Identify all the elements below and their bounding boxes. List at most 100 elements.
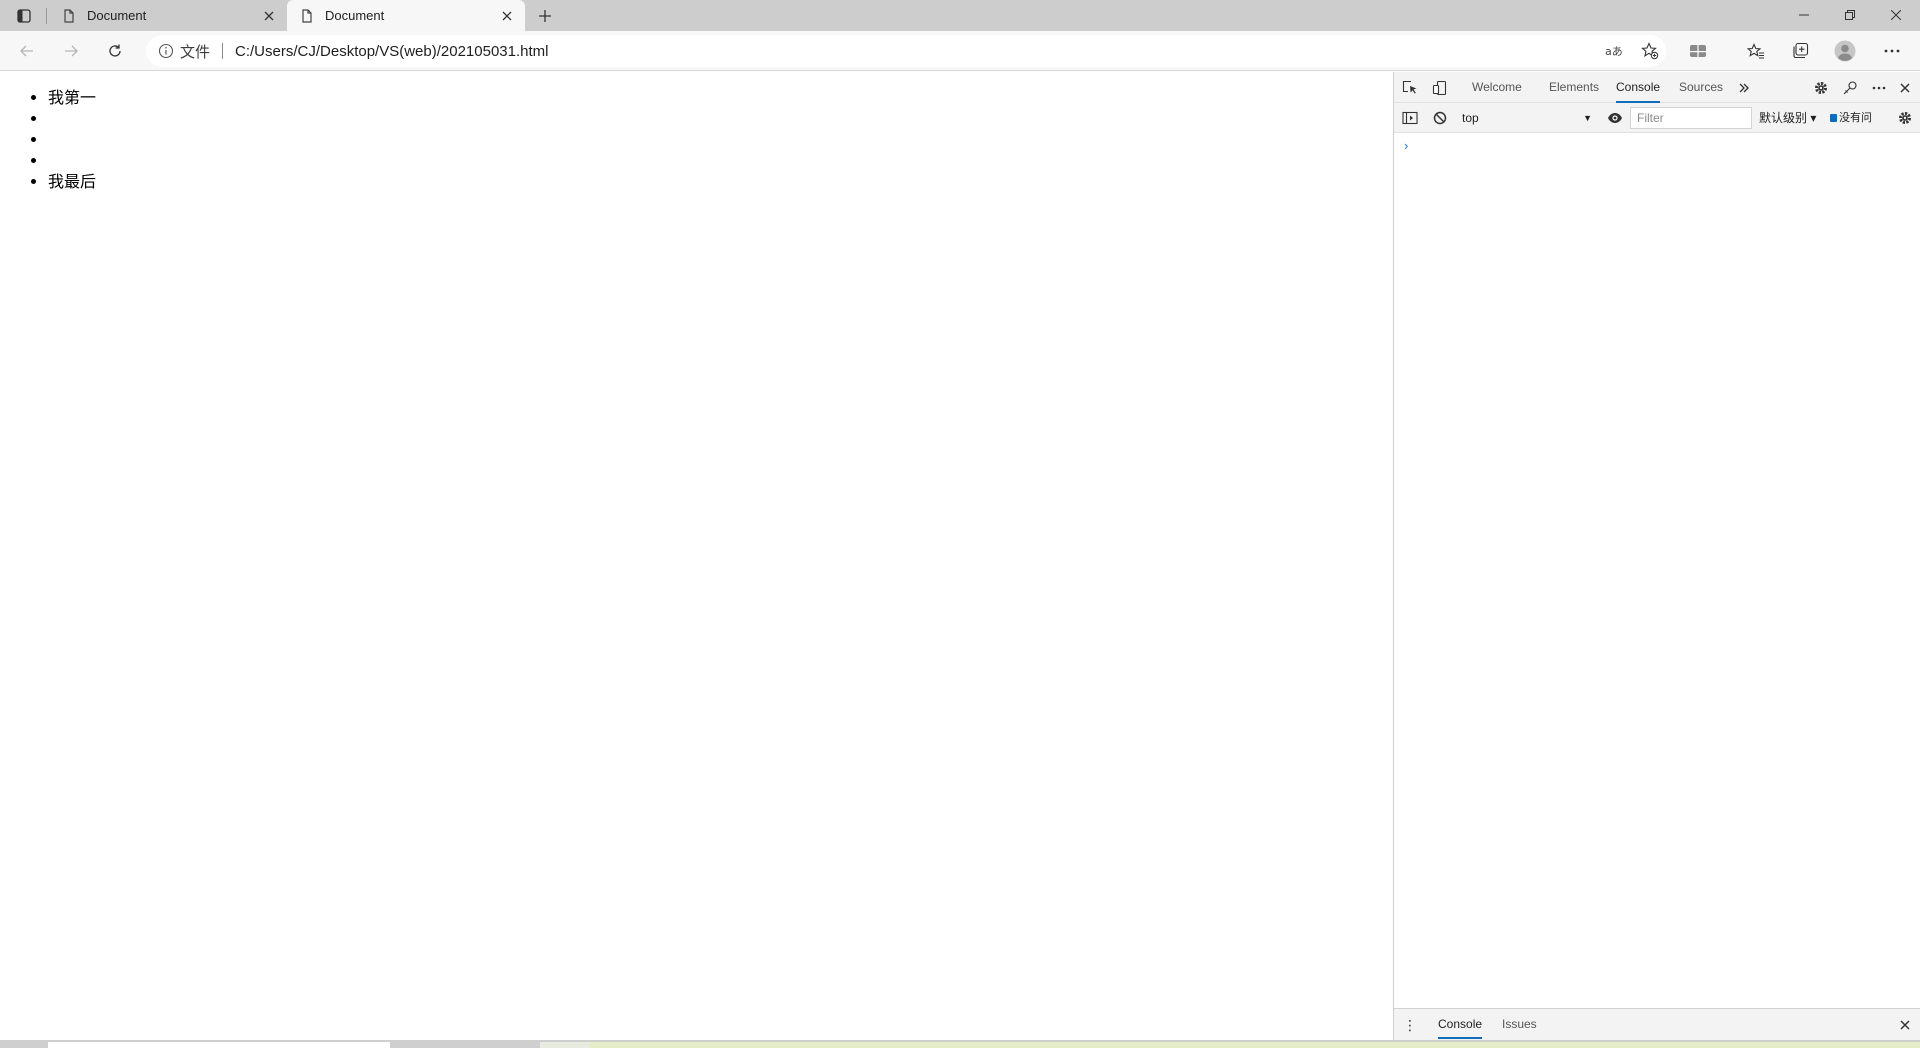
more-tabs-button[interactable]	[1732, 76, 1756, 100]
console-prompt[interactable]: ›	[1404, 138, 1408, 153]
issues-label: 没有问	[1839, 112, 1872, 124]
block-icon	[1433, 111, 1447, 125]
drawer-menu-button[interactable]: ⋮	[1398, 1013, 1422, 1037]
back-button[interactable]	[11, 37, 43, 65]
gear-icon	[1815, 82, 1827, 94]
gear-icon	[1899, 112, 1911, 124]
tab-actions-icon	[17, 9, 31, 23]
browser-toolbar: 文件 C:/Users/CJ/Desktop/VS(web)/202105031…	[0, 31, 1920, 91]
avatar-icon	[1834, 40, 1856, 62]
taskbar-strip	[0, 1040, 1920, 1048]
chevron-down-icon: ▼	[1583, 113, 1592, 123]
context-select[interactable]: top ▼	[1458, 107, 1596, 129]
sidebar-icon	[1402, 111, 1418, 125]
list-item: 我第一	[48, 87, 1393, 108]
context-value: top	[1462, 111, 1479, 125]
close-icon	[264, 11, 274, 20]
close-drawer-button[interactable]	[1893, 1013, 1917, 1037]
settings-more-button[interactable]	[1876, 37, 1908, 65]
connect-device-button[interactable]	[1838, 76, 1862, 100]
address-bar[interactable]: 文件 C:/Users/CJ/Desktop/VS(web)/202105031…	[146, 35, 1666, 67]
scheme-label: 文件	[180, 43, 211, 61]
flag-icon	[1830, 114, 1837, 122]
more-horizontal-icon	[1884, 49, 1900, 53]
close-icon	[1891, 10, 1901, 20]
eye-icon	[1608, 113, 1622, 123]
more-vertical-icon: ⋮	[1403, 1016, 1417, 1033]
address-divider	[222, 43, 224, 59]
extension-button[interactable]	[1682, 37, 1714, 65]
favorites-icon	[1747, 43, 1764, 59]
devtools-panel: Welcome Elements Console Sources top ▼ F…	[1393, 72, 1920, 1040]
url-text[interactable]: C:/Users/CJ/Desktop/VS(web)/202105031.ht…	[235, 43, 548, 60]
close-icon	[502, 11, 512, 20]
profile-button[interactable]	[1829, 37, 1861, 65]
log-level-select[interactable]: 默认级别 ▾	[1759, 107, 1823, 129]
arrow-left-icon	[20, 45, 33, 57]
close-tab-button[interactable]	[261, 8, 277, 24]
list-item	[48, 108, 1393, 129]
favorites-button[interactable]	[1740, 37, 1772, 65]
live-expression-button[interactable]	[1603, 106, 1627, 130]
close-window-button[interactable]	[1873, 0, 1919, 30]
plus-icon	[539, 10, 551, 22]
chevron-double-right-icon	[1739, 83, 1749, 93]
devtools-tab-elements[interactable]: Elements	[1549, 72, 1599, 103]
close-devtools-button[interactable]	[1893, 76, 1917, 100]
restore-button[interactable]	[1827, 0, 1873, 30]
tab-strip: Document Document	[0, 0, 1920, 31]
connection-icon	[1843, 81, 1857, 95]
taskbar-segment	[540, 1042, 590, 1048]
page-icon	[64, 8, 74, 23]
bullet-list: 我第一 我最后	[48, 87, 1393, 192]
tab-title: Document	[87, 8, 147, 23]
issues-badge[interactable]: 没有问	[1830, 107, 1886, 129]
console-settings-button[interactable]	[1893, 106, 1917, 130]
minimize-icon	[1799, 14, 1809, 16]
reload-button[interactable]	[99, 37, 131, 65]
devtools-drawer: ⋮ Console Issues	[1394, 1008, 1920, 1040]
minimize-button[interactable]	[1781, 0, 1827, 30]
read-aloud-button[interactable]: aあ	[1600, 37, 1628, 65]
devtools-tab-welcome[interactable]: Welcome	[1472, 72, 1522, 103]
collections-button[interactable]	[1784, 37, 1816, 65]
show-sidebar-button[interactable]	[1398, 106, 1422, 130]
tab-title: Document	[325, 8, 385, 23]
extension-icon	[1690, 45, 1706, 57]
inspect-icon	[1402, 80, 1417, 94]
new-tab-button[interactable]	[533, 5, 557, 27]
tab-document-2[interactable]: Document	[287, 0, 525, 31]
add-favorite-button[interactable]	[1636, 37, 1664, 65]
close-icon	[1900, 83, 1910, 93]
page-icon	[302, 8, 312, 23]
devtools-tab-sources[interactable]: Sources	[1679, 72, 1723, 103]
drawer-tab-issues[interactable]: Issues	[1502, 1009, 1537, 1039]
list-item: 我最后	[48, 171, 1393, 192]
forward-button[interactable]	[55, 37, 87, 65]
restore-icon	[1845, 10, 1855, 20]
list-item	[48, 150, 1393, 171]
star-add-icon	[1641, 42, 1659, 60]
close-icon	[1900, 1020, 1910, 1030]
devtools-settings-button[interactable]	[1809, 76, 1833, 100]
devtools-more-button[interactable]	[1867, 76, 1891, 100]
tab-document-1[interactable]: Document	[49, 0, 287, 31]
device-emulation-button[interactable]	[1428, 76, 1452, 100]
more-horizontal-icon	[1872, 86, 1886, 90]
inspect-element-button[interactable]	[1398, 76, 1422, 100]
clear-console-button[interactable]	[1428, 106, 1452, 130]
drawer-tab-console[interactable]: Console	[1438, 1009, 1483, 1039]
devtools-tab-bar: Welcome Elements Console Sources	[1394, 72, 1920, 103]
filter-input[interactable]: Filter	[1630, 107, 1752, 129]
taskbar-segment	[590, 1042, 1920, 1048]
arrow-right-icon	[65, 45, 78, 57]
refresh-icon	[109, 44, 121, 57]
tab-actions-button[interactable]	[8, 4, 40, 28]
list-item	[48, 129, 1393, 150]
devtools-tab-console[interactable]: Console	[1616, 72, 1661, 103]
close-tab-button[interactable]	[499, 8, 515, 24]
svg-text:aあ: aあ	[1605, 45, 1623, 58]
tab-separator	[46, 8, 47, 24]
info-icon[interactable]	[158, 43, 174, 59]
taskbar-segment	[48, 1042, 390, 1048]
